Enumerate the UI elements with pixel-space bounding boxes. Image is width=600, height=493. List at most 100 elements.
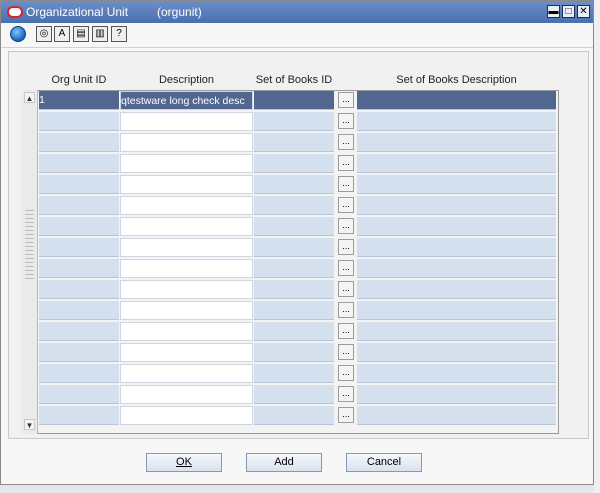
ok-button[interactable]: OK [146, 453, 222, 472]
set-of-books-lookup-button[interactable]: ... [338, 176, 354, 192]
header-org-unit-id: Org Unit ID [51, 74, 107, 86]
set-of-books-lookup-button[interactable]: ... [338, 365, 354, 381]
set-of-books-id-cell[interactable] [254, 91, 334, 110]
set-of-books-id-cell[interactable] [254, 301, 334, 320]
org-unit-id-cell[interactable] [39, 259, 119, 278]
set-of-books-id-cell[interactable] [254, 280, 334, 299]
description-cell[interactable] [120, 112, 253, 131]
set-of-books-lookup-button[interactable]: ... [338, 323, 354, 339]
description-cell[interactable] [120, 238, 253, 257]
set-of-books-lookup-button[interactable]: ... [338, 386, 354, 402]
notes-icon[interactable]: ▤ [73, 26, 89, 42]
globe-icon[interactable] [10, 26, 26, 42]
set-of-books-lookup-button[interactable]: ... [338, 344, 354, 360]
set-of-books-id-cell[interactable] [254, 343, 334, 362]
org-unit-id-cell[interactable] [39, 133, 119, 152]
description-cell[interactable] [120, 217, 253, 236]
header-description: Description [158, 74, 215, 86]
set-of-books-lookup-button[interactable]: ... [338, 302, 354, 318]
set-of-books-lookup-button[interactable]: ... [338, 281, 354, 297]
set-of-books-description-cell [357, 322, 556, 341]
set-of-books-id-cell[interactable] [254, 364, 334, 383]
description-cell[interactable] [120, 406, 253, 425]
window-controls: ▬ □ ✕ [547, 5, 590, 18]
description-cell[interactable] [120, 154, 253, 173]
minimize-button[interactable]: ▬ [547, 5, 560, 18]
description-cell[interactable] [120, 175, 253, 194]
spellcheck-icon[interactable]: A [54, 26, 70, 42]
description-cell[interactable] [120, 133, 253, 152]
set-of-books-lookup-button[interactable]: ... [338, 239, 354, 255]
vertical-scrollbar[interactable]: ▲ ▼ [22, 90, 38, 434]
set-of-books-lookup-button[interactable]: ... [338, 218, 354, 234]
org-unit-id-cell[interactable] [39, 175, 119, 194]
set-of-books-lookup-button[interactable]: ... [338, 407, 354, 423]
set-of-books-id-cell[interactable] [254, 259, 334, 278]
set-of-books-description-cell [357, 112, 556, 131]
set-of-books-id-cell[interactable] [254, 322, 334, 341]
toolbar: ◎ A ▤ ▥ ? [1, 23, 593, 48]
set-of-books-lookup-button[interactable]: ... [338, 197, 354, 213]
cancel-button[interactable]: Cancel [346, 453, 422, 472]
org-unit-id-cell[interactable] [39, 385, 119, 404]
header-set-of-books-description: Set of Books Description [396, 74, 517, 86]
description-cell[interactable] [120, 364, 253, 383]
set-of-books-id-cell[interactable] [254, 175, 334, 194]
set-of-books-description-cell [357, 175, 556, 194]
org-unit-id-cell[interactable] [39, 364, 119, 383]
set-of-books-lookup-button[interactable]: ... [338, 260, 354, 276]
set-of-books-id-cell[interactable] [254, 196, 334, 215]
org-unit-id-cell[interactable] [39, 301, 119, 320]
set-of-books-id-cell[interactable] [254, 133, 334, 152]
set-of-books-lookup-button[interactable]: ... [338, 155, 354, 171]
set-of-books-lookup-button[interactable]: ... [338, 92, 354, 108]
maximize-button[interactable]: □ [562, 5, 575, 18]
right-edge [594, 0, 600, 493]
description-cell[interactable] [120, 343, 253, 362]
set-of-books-id-cell[interactable] [254, 238, 334, 257]
description-cell[interactable]: qtestware long check desc [120, 91, 253, 110]
org-unit-id-cell[interactable] [39, 196, 119, 215]
org-unit-id-cell[interactable]: 1 [39, 91, 119, 110]
org-unit-id-cell[interactable] [39, 322, 119, 341]
org-unit-id-cell[interactable] [39, 406, 119, 425]
scroll-down-icon[interactable]: ▼ [24, 419, 35, 430]
org-unit-id-cell[interactable] [39, 112, 119, 131]
set-of-books-id-cell[interactable] [254, 112, 334, 131]
set-of-books-lookup-button[interactable]: ... [338, 134, 354, 150]
description-cell[interactable] [120, 322, 253, 341]
bottom-edge [0, 485, 600, 493]
title-bar[interactable]: Organizational Unit (orgunit) ▬ □ ✕ [1, 1, 593, 23]
set-of-books-id-cell[interactable] [254, 385, 334, 404]
description-cell[interactable] [120, 196, 253, 215]
org-unit-id-cell[interactable] [39, 238, 119, 257]
scroll-up-icon[interactable]: ▲ [24, 92, 35, 103]
set-of-books-description-cell [357, 91, 556, 110]
org-unit-id-cell[interactable] [39, 280, 119, 299]
help-icon[interactable]: ◎ [36, 26, 52, 42]
description-cell[interactable] [120, 280, 253, 299]
window-title: Organizational Unit [26, 5, 129, 19]
description-cell[interactable] [120, 301, 253, 320]
org-unit-id-cell[interactable] [39, 343, 119, 362]
scroll-grip[interactable] [25, 210, 34, 280]
description-cell[interactable] [120, 385, 253, 404]
add-label: Add [274, 456, 294, 468]
set-of-books-description-cell [357, 217, 556, 236]
window-subtitle: (orgunit) [157, 5, 202, 19]
set-of-books-description-cell [357, 154, 556, 173]
set-of-books-id-cell[interactable] [254, 217, 334, 236]
set-of-books-description-cell [357, 364, 556, 383]
question-icon[interactable]: ? [111, 26, 127, 42]
oracle-logo-icon [7, 6, 23, 18]
set-of-books-lookup-button[interactable]: ... [338, 113, 354, 129]
set-of-books-description-cell [357, 280, 556, 299]
org-unit-id-cell[interactable] [39, 154, 119, 173]
close-button[interactable]: ✕ [577, 5, 590, 18]
description-cell[interactable] [120, 259, 253, 278]
set-of-books-id-cell[interactable] [254, 154, 334, 173]
set-of-books-id-cell[interactable] [254, 406, 334, 425]
print-icon[interactable]: ▥ [92, 26, 108, 42]
org-unit-id-cell[interactable] [39, 217, 119, 236]
add-button[interactable]: Add [246, 453, 322, 472]
